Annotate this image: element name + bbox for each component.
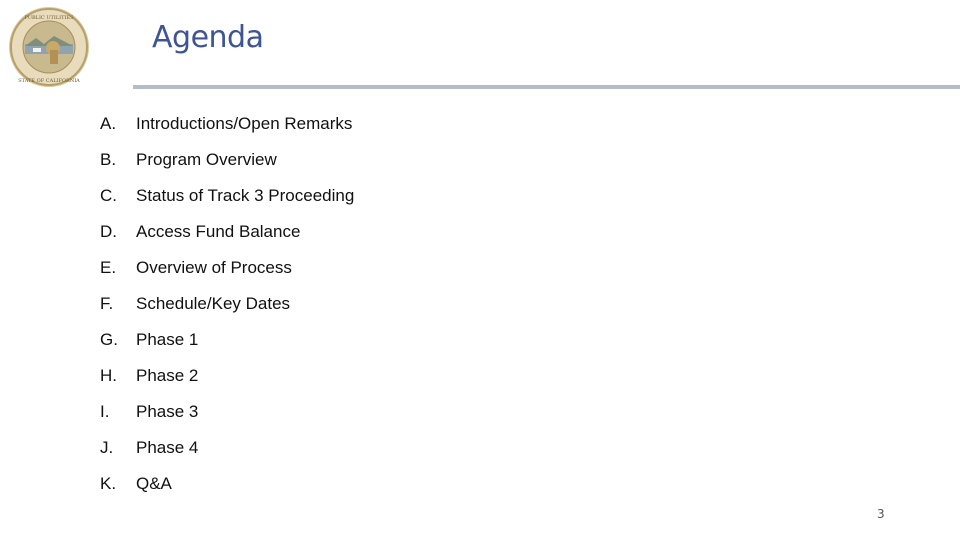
agenda-item-text: Program Overview bbox=[136, 150, 277, 169]
agenda-item-text: Q&A bbox=[136, 474, 172, 493]
agenda-item-letter: J. bbox=[100, 438, 114, 457]
agenda-item: H. Phase 2 bbox=[100, 358, 354, 394]
agenda-item-letter: G. bbox=[100, 330, 118, 349]
agenda-item: K. Q&A bbox=[100, 466, 354, 502]
agenda-item-letter: A. bbox=[100, 114, 117, 133]
agenda-item: F. Schedule/Key Dates bbox=[100, 286, 354, 322]
agenda-item: J. Phase 4 bbox=[100, 430, 354, 466]
agenda-item: B. Program Overview bbox=[100, 142, 354, 178]
agenda-item-letter: C. bbox=[100, 186, 117, 205]
agenda-item-text: Schedule/Key Dates bbox=[136, 294, 291, 313]
agenda-item-letter: B. bbox=[100, 150, 117, 169]
agenda-item: A. Introductions/Open Remarks bbox=[100, 106, 354, 142]
title-divider bbox=[133, 85, 960, 89]
agenda-item: E. Overview of Process bbox=[100, 250, 354, 286]
agenda-item-letter: D. bbox=[100, 222, 117, 241]
agenda-item-text: Phase 4 bbox=[136, 438, 199, 457]
agenda-item: I. Phase 3 bbox=[100, 394, 354, 430]
agenda-item: C. Status of Track 3 Proceeding bbox=[100, 178, 354, 214]
agenda-item-letter: H. bbox=[100, 366, 117, 385]
agenda-item-letter: F. bbox=[100, 294, 114, 313]
agenda-item-text: Access Fund Balance bbox=[136, 222, 301, 241]
agenda-item-letter: I. bbox=[100, 402, 110, 421]
agenda-item: D. Access Fund Balance bbox=[100, 214, 354, 250]
agenda-item-letter: K. bbox=[100, 474, 117, 493]
slide-title: Agenda bbox=[152, 20, 264, 55]
agenda-item-text: Phase 1 bbox=[136, 330, 199, 349]
agenda-item-text: Introductions/Open Remarks bbox=[136, 114, 353, 133]
agenda-item-text: Phase 2 bbox=[136, 366, 199, 385]
agenda-item-text: Status of Track 3 Proceeding bbox=[136, 186, 355, 205]
agenda-item-text: Phase 3 bbox=[136, 402, 199, 421]
agenda-list: A. Introductions/Open Remarks B. Program O… bbox=[100, 106, 354, 502]
svg-text:STATE OF CALIFORNIA: STATE OF CALIFORNIA bbox=[18, 78, 80, 84]
page-number: 3 bbox=[877, 507, 885, 521]
cpuc-seal-logo: PUBLIC UTILITIES STATE OF CALIFORNIA bbox=[8, 6, 90, 88]
svg-text:PUBLIC UTILITIES: PUBLIC UTILITIES bbox=[24, 15, 74, 21]
agenda-item-letter: E. bbox=[100, 258, 117, 277]
agenda-item-text: Overview of Process bbox=[136, 258, 292, 277]
agenda-item: G. Phase 1 bbox=[100, 322, 354, 358]
